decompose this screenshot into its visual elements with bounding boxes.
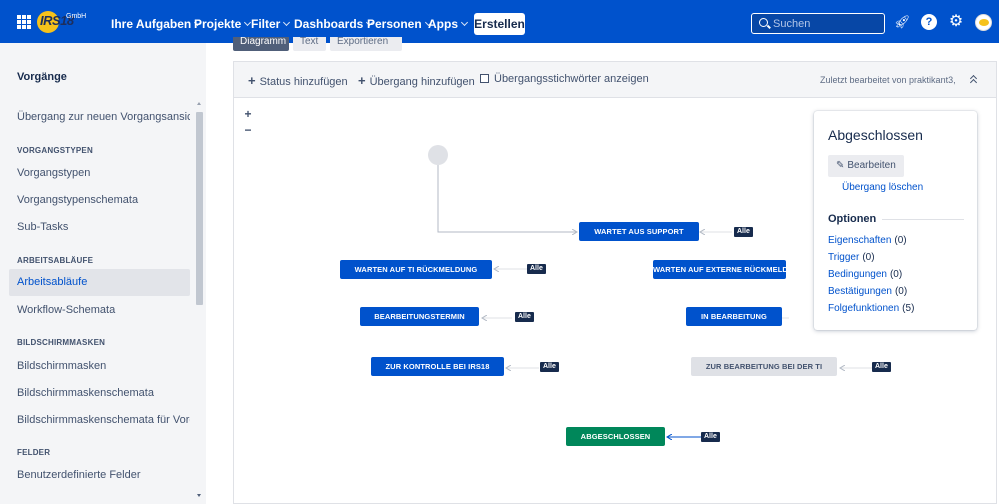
apps-grid-icon[interactable] — [17, 15, 31, 29]
main-content: Diagramm Text Exportieren + Status hinzuf… — [206, 37, 999, 504]
sidebar-scrollbar[interactable] — [195, 100, 204, 504]
option-validators: Bestätigungen (0) — [828, 286, 908, 297]
nav-dashboards[interactable]: Dashboards — [294, 17, 374, 31]
status-wartet-aus-support[interactable]: WARTET AUS SUPPORT — [579, 222, 699, 241]
search-input[interactable] — [773, 16, 881, 31]
sidebar-item-workflows[interactable]: Arbeitsabläufe — [9, 269, 190, 296]
plus-icon: + — [248, 73, 256, 88]
scroll-up-icon[interactable] — [197, 102, 201, 105]
all-transition-badge[interactable]: Alle — [515, 312, 534, 322]
add-status-button[interactable]: + Status hinzufügen — [248, 73, 348, 88]
status-bearbeitungstermin[interactable]: BEARBEITUNGSTERMIN — [360, 307, 479, 326]
sidebar-item-issue-types[interactable]: Vorgangstypen — [9, 160, 190, 187]
last-edited-info: Zuletzt bearbeitet von praktikant3, — [820, 75, 956, 85]
option-properties: Eigenschaften (0) — [828, 235, 907, 246]
all-transition-badge[interactable]: Alle — [734, 227, 753, 237]
all-transition-badge[interactable]: Alle — [872, 362, 891, 372]
all-transition-badge-selected[interactable]: Alle — [701, 432, 720, 442]
panel-title: Abgeschlossen — [828, 127, 923, 143]
gear-icon[interactable]: ⚙ — [948, 14, 964, 30]
sidebar-heading-screens: BILDSCHIRMMASKEN — [17, 338, 106, 347]
checkbox-icon[interactable] — [480, 74, 489, 83]
company-logo[interactable]: IRS18 GmbH — [37, 10, 86, 34]
sidebar-item-sub-tasks[interactable]: Sub-Tasks — [9, 214, 190, 241]
status-warten-auf-ti-rueckmeldung[interactable]: WARTEN AUF TI RÜCKMELDUNG — [340, 260, 492, 279]
sidebar-item-new-issue-view[interactable]: Übergang zur neuen Vorgangsansicht — [9, 104, 190, 131]
status-abgeschlossen[interactable]: ABGESCHLOSSEN — [566, 427, 665, 446]
search-icon — [759, 18, 768, 27]
initial-transition[interactable] — [437, 165, 577, 232]
sidebar-item-workflow-schemes[interactable]: Workflow-Schemata — [9, 297, 190, 324]
properties-panel: Abgeschlossen ✎ Bearbeiten Übergang lösch… — [814, 111, 977, 330]
tab-diagram[interactable]: Diagramm — [233, 37, 289, 51]
rocket-icon[interactable]: 🚀︎ — [894, 14, 911, 30]
nav-people[interactable]: Personen — [367, 17, 432, 31]
status-zur-kontrolle-bei-irs18[interactable]: ZUR KONTROLLE BEI IRS18 — [371, 357, 504, 376]
sidebar-item-screen-schemes[interactable]: Bildschirmmaskenschemata — [9, 380, 190, 407]
nav-apps[interactable]: Apps — [428, 17, 469, 31]
delete-transition-link[interactable]: Übergang löschen — [842, 182, 923, 193]
sidebar-title: Vorgänge — [17, 71, 67, 83]
all-transition-badge[interactable]: Alle — [527, 264, 546, 274]
edit-button[interactable]: ✎ Bearbeiten — [828, 155, 904, 177]
option-post-functions: Folgefunktionen (5) — [828, 303, 915, 314]
sidebar-heading-fields: FELDER — [17, 448, 51, 457]
status-zur-bearbeitung-bei-der-ti[interactable]: ZUR BEARBEITUNG BEI DER TI — [691, 357, 837, 376]
sidebar-heading-workflows: ARBEITSABLÄUFE — [17, 256, 94, 265]
sidebar-heading-issue-types: VORGANGSTYPEN — [17, 146, 93, 155]
workflow-designer: + Status hinzufügen + Übergang hinzufügen … — [233, 61, 997, 504]
nav-projects[interactable]: Projekte — [194, 17, 252, 31]
collapse-icon[interactable] — [970, 75, 978, 85]
option-triggers: Trigger (0) — [828, 252, 875, 263]
scrollbar-thumb[interactable] — [196, 112, 203, 305]
status-in-bearbeitung[interactable]: IN BEARBEITUNG — [686, 307, 782, 326]
designer-toolbar: + Status hinzufügen + Übergang hinzufügen … — [234, 62, 996, 98]
help-icon[interactable]: ? — [921, 14, 937, 30]
search-box[interactable] — [751, 13, 885, 34]
add-transition-button[interactable]: + Übergang hinzufügen — [358, 73, 475, 88]
create-button[interactable]: Erstellen — [474, 13, 525, 35]
options-heading: Optionen — [828, 213, 877, 225]
plus-icon: + — [358, 73, 366, 88]
show-transition-labels-checkbox[interactable]: Übergangsstichwörter anzeigen — [480, 73, 649, 85]
chevron-down-icon — [460, 18, 469, 27]
sidebar-item-custom-fields[interactable]: Benutzerdefinierte Felder — [9, 462, 190, 489]
nav-your-work[interactable]: Ihre Aufgaben — [111, 17, 202, 31]
avatar[interactable] — [975, 14, 992, 31]
status-warten-auf-externe-rueckmeldung[interactable]: WARTEN AUF EXTERNE RÜCKMELDUNG — [653, 260, 786, 279]
scroll-down-icon[interactable] — [197, 494, 201, 497]
tab-export[interactable]: Exportieren — [330, 37, 402, 51]
chevron-down-icon — [283, 18, 291, 27]
option-conditions: Bedingungen (0) — [828, 269, 903, 280]
start-node[interactable] — [428, 145, 448, 165]
tab-text[interactable]: Text — [293, 37, 326, 51]
pencil-icon: ✎ — [836, 160, 845, 171]
divider — [882, 219, 964, 220]
sidebar-item-issue-type-schemes[interactable]: Vorgangstypenschemata — [9, 187, 190, 214]
all-transition-badge[interactable]: Alle — [540, 362, 559, 372]
sidebar: Vorgänge Übergang zur neuen Vorgangsansi… — [0, 43, 206, 504]
sidebar-item-issue-type-screen-schemes[interactable]: Bildschirmmaskenschemata für Vorga... — [9, 407, 190, 434]
sidebar-item-screens[interactable]: Bildschirmmasken — [9, 353, 190, 380]
top-navigation: IRS18 GmbH Ihre Aufgaben Projekte Filter… — [0, 0, 999, 43]
nav-filters[interactable]: Filter — [251, 17, 291, 31]
